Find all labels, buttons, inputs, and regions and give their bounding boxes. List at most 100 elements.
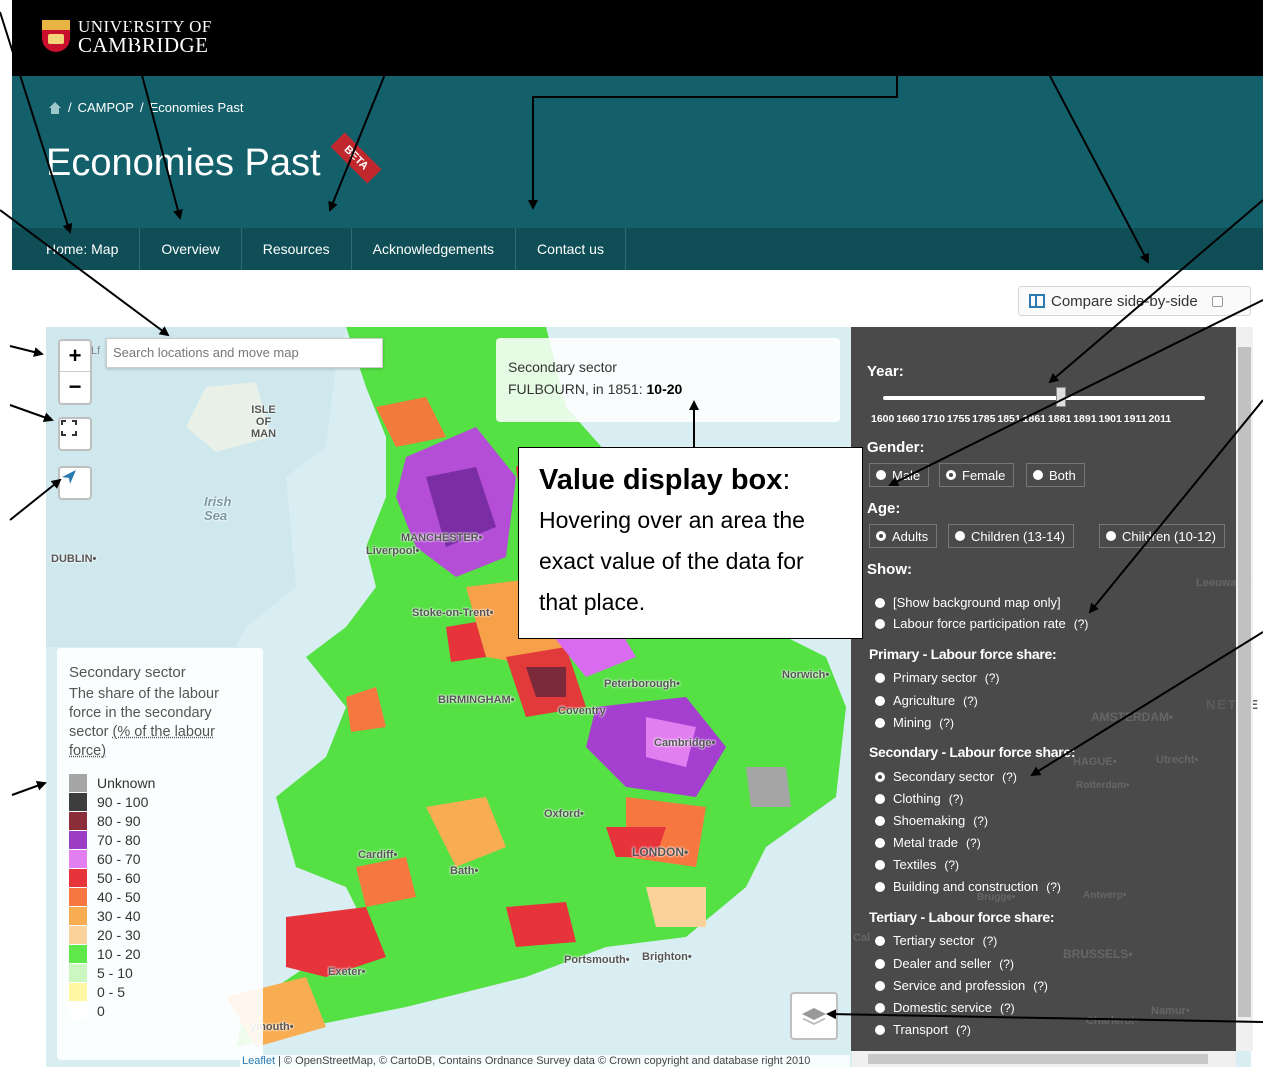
dealer-seller-radio[interactable]: Dealer and seller (?) (875, 956, 1014, 971)
callout-body: Hovering over an area the exact value of… (539, 507, 805, 615)
compare-side-by-side-toggle[interactable]: Compare side-by-side (1018, 286, 1251, 316)
year-slider-handle[interactable] (1056, 387, 1066, 407)
help-link[interactable]: (?) (939, 716, 954, 730)
control-panel: Leeuwarde NETHE AMSTERDAM• HAGUE• Utrech… (851, 327, 1258, 1051)
secondary-section-title: Secondary - Labour force share: (869, 744, 1076, 760)
gender-male-radio[interactable]: Male (869, 463, 930, 487)
breadcrumb-current: Economies Past (149, 100, 244, 115)
legend-label: 20 - 30 (97, 926, 141, 943)
screenshot-stage: UNIVERSITY OF CAMBRIDGE / CAMPOP / Econo… (0, 0, 1263, 1067)
textiles-radio[interactable]: Textiles (?) (875, 857, 959, 872)
agriculture-radio[interactable]: Agriculture (?) (875, 693, 978, 708)
legend-label: 50 - 60 (97, 869, 141, 886)
help-link[interactable]: (?) (1000, 1001, 1015, 1015)
legend-item: 90 - 100 (69, 792, 251, 811)
help-link[interactable]: (?) (983, 934, 998, 948)
legend-item: 30 - 40 (69, 906, 251, 925)
shoemaking-radio[interactable]: Shoemaking (?) (875, 813, 988, 828)
zoom-out-button[interactable]: − (60, 372, 90, 403)
compare-label: Compare side-by-side (1051, 292, 1198, 310)
building-construction-radio[interactable]: Building and construction (?) (875, 879, 1061, 894)
gender-female-radio[interactable]: Female (939, 463, 1015, 487)
tertiary-sector-radio[interactable]: Tertiary sector (?) (875, 933, 997, 948)
place-label-liverpool: Liverpool• (366, 545, 420, 557)
help-link[interactable]: (?) (1074, 617, 1089, 631)
panel-horizontal-scrollbar[interactable] (852, 1051, 1236, 1067)
domestic-service-radio[interactable]: Domestic service (?) (875, 1000, 1015, 1015)
clothing-radio[interactable]: Clothing (?) (875, 791, 963, 806)
leaflet-link[interactable]: Leaflet (242, 1055, 275, 1067)
place-label-coventry: Coventry (558, 705, 606, 717)
home-icon[interactable] (48, 101, 62, 114)
help-link[interactable]: (?) (999, 957, 1014, 971)
place-label-amsterdam: AMSTERDAM• (1091, 710, 1174, 724)
legend-item: 50 - 60 (69, 868, 251, 887)
help-link[interactable]: (?) (966, 836, 981, 850)
breadcrumb-campop[interactable]: CAMPOP (78, 100, 134, 115)
breadcrumb: / CAMPOP / Economies Past (48, 100, 244, 115)
zoom-in-button[interactable]: + (60, 341, 90, 372)
panel-vertical-scrollbar[interactable] (1236, 327, 1253, 1051)
place-label-rotterdam: Rotterdam• (1076, 780, 1130, 791)
transport-radio[interactable]: Transport (?) (875, 1022, 971, 1037)
place-label-exeter: Exeter• (328, 966, 366, 978)
place-label-manchester: MANCHESTER• (401, 532, 483, 544)
place-label-cardiff: Cardiff• (358, 849, 398, 861)
nav-home-map[interactable]: Home: Map (12, 228, 141, 270)
help-link[interactable]: (?) (1002, 770, 1017, 784)
age-children-13-14-radio[interactable]: Children (13-14) (948, 524, 1074, 548)
nav-contact-us[interactable]: Contact us (516, 228, 626, 270)
arrow-to-zoom (9, 345, 44, 357)
legend-swatch (69, 811, 87, 830)
scrollbar-thumb[interactable] (1238, 347, 1251, 1017)
help-link[interactable]: (?) (956, 1023, 971, 1037)
secondary-sector-radio[interactable]: Secondary sector (?) (875, 769, 1017, 784)
age-adults-radio[interactable]: Adults (869, 524, 938, 548)
place-label-cambridge: Cambridge• (654, 737, 716, 749)
nav-acknowledgements[interactable]: Acknowledgements (352, 228, 517, 270)
labour-force-participation-radio[interactable]: Labour force participation rate (?) (875, 616, 1088, 631)
zoom-control: + − (58, 339, 92, 405)
help-link[interactable]: (?) (1046, 880, 1061, 894)
legend-label: 40 - 50 (97, 888, 141, 905)
help-link[interactable]: (?) (944, 858, 959, 872)
nav-resources[interactable]: Resources (242, 228, 352, 270)
gender-label: Gender: (867, 439, 925, 456)
help-link[interactable]: (?) (949, 792, 964, 806)
show-background-map-radio[interactable]: [Show background map only] (875, 595, 1061, 610)
year-ticks: 1600 1660 1710 1755 1785 1851 1861 1881 … (871, 413, 1172, 425)
place-label-isle-of-man: ISLE OF MAN (251, 404, 277, 440)
mining-radio[interactable]: Mining (?) (875, 715, 954, 730)
gender-both-radio[interactable]: Both (1026, 463, 1085, 487)
legend-swatch (69, 925, 87, 944)
search-input[interactable]: Search locations and move map (106, 338, 383, 368)
fullscreen-button[interactable] (58, 417, 92, 451)
compare-checkbox[interactable] (1211, 295, 1223, 307)
legend-item: 5 - 10 (69, 963, 251, 982)
site-banner: / CAMPOP / Economies Past Economies Past… (12, 76, 1263, 270)
nav-overview[interactable]: Overview (140, 228, 242, 270)
help-link[interactable]: (?) (973, 814, 988, 828)
legend-label: 80 - 90 (97, 812, 141, 829)
primary-sector-radio[interactable]: Primary sector (?) (875, 670, 999, 685)
locate-me-button[interactable] (58, 466, 92, 500)
age-children-10-12-radio[interactable]: Children (10-12) (1099, 524, 1225, 548)
tertiary-section-title: Tertiary - Labour force share: (869, 909, 1055, 925)
scrollbar-thumb[interactable] (868, 1054, 1208, 1064)
place-label-brighton: Brighton• (642, 951, 692, 963)
service-profession-radio[interactable]: Service and profession (?) (875, 978, 1048, 993)
layers-button[interactable] (790, 992, 838, 1040)
university-logo[interactable]: UNIVERSITY OF CAMBRIDGE (42, 18, 212, 56)
help-link[interactable]: (?) (963, 694, 978, 708)
year-slider[interactable] (883, 387, 1205, 407)
legend-swatch (69, 887, 87, 906)
legend-label: 70 - 80 (97, 831, 141, 848)
help-link[interactable]: (?) (985, 671, 1000, 685)
legend-swatch (69, 773, 87, 792)
map-attribution: Leaflet | © OpenStreetMap, © CartoDB, Co… (240, 1055, 850, 1067)
metal-trade-radio[interactable]: Metal trade (?) (875, 835, 981, 850)
breadcrumb-separator: / (68, 100, 72, 115)
value-display-box: Secondary sector FULBOURN, in 1851: 10-2… (496, 338, 840, 422)
arrow-to-legend (11, 781, 47, 796)
help-link[interactable]: (?) (1033, 979, 1048, 993)
